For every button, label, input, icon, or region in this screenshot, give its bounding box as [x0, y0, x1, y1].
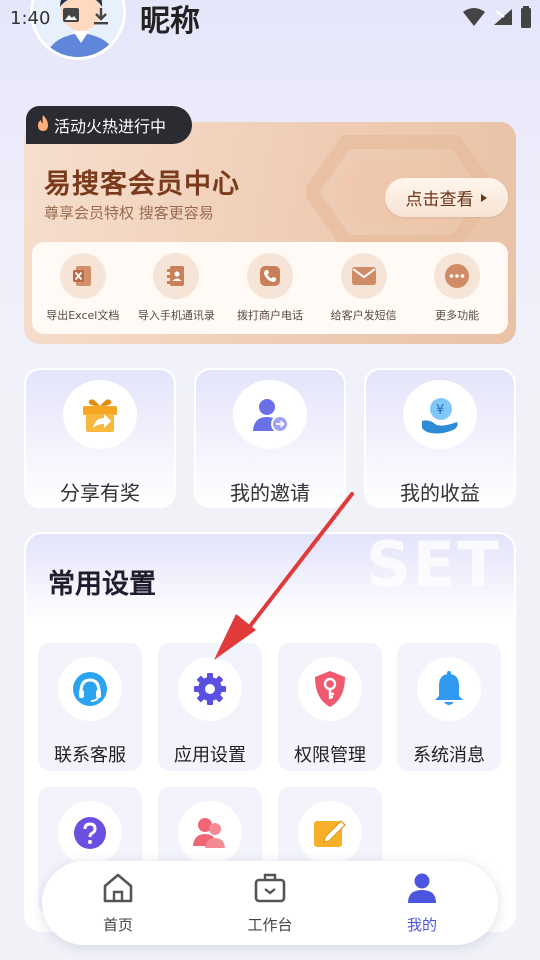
- gear-icon: [178, 657, 242, 721]
- settings-item-customer-service[interactable]: 联系客服: [38, 643, 142, 771]
- person-icon: [405, 872, 439, 908]
- member-func-export-excel[interactable]: 导出Excel文档: [37, 253, 129, 323]
- image-notification-icon: [62, 6, 80, 30]
- settings-item-app-settings[interactable]: 应用设置: [158, 643, 262, 771]
- gift-share-icon: [63, 380, 137, 449]
- download-notification-icon: [92, 6, 110, 30]
- battery-icon: [520, 6, 532, 32]
- play-arrow-icon: [480, 188, 488, 208]
- user-invite-icon: [233, 380, 307, 449]
- member-func-send-sms[interactable]: 给客户发短信: [318, 253, 410, 323]
- member-func-label: 给客户发短信: [330, 309, 397, 322]
- share-reward-card[interactable]: 分享有奖: [24, 368, 176, 508]
- nav-workbench-label: 工作台: [247, 915, 293, 934]
- envelope-icon: [340, 253, 387, 299]
- svg-text:¥: ¥: [436, 403, 444, 418]
- signal-icon: [492, 7, 514, 31]
- yuan-coin-hand-icon: ¥: [403, 380, 477, 449]
- view-member-button-label: 点击查看: [405, 190, 474, 210]
- nav-home-label: 首页: [102, 915, 133, 934]
- users-icon: [178, 801, 242, 865]
- status-notification-icons: [62, 6, 110, 30]
- headset-icon: [58, 657, 122, 721]
- my-invite-label: 我的邀请: [230, 481, 310, 505]
- common-settings-title: 常用设置: [48, 569, 156, 600]
- settings-item-system-messages[interactable]: 系统消息: [397, 643, 501, 771]
- settings-item-label: 系统消息: [413, 745, 485, 766]
- member-func-label: 更多功能: [435, 309, 480, 322]
- nav-workbench[interactable]: 工作台: [215, 872, 325, 935]
- my-earnings-label: 我的收益: [400, 481, 480, 505]
- member-func-label: 导出Excel文档: [46, 309, 120, 322]
- briefcase-icon: [253, 872, 287, 908]
- nav-home[interactable]: 首页: [63, 872, 173, 935]
- my-earnings-card[interactable]: ¥ 我的收益: [364, 368, 516, 508]
- more-dots-icon: [434, 253, 481, 299]
- settings-item-permission[interactable]: 权限管理: [278, 643, 382, 771]
- excel-icon: [59, 253, 106, 299]
- bottom-navigation: 首页 工作台 我的: [42, 861, 498, 945]
- member-func-more[interactable]: 更多功能: [411, 253, 503, 323]
- my-invite-card[interactable]: 我的邀请: [194, 368, 346, 508]
- promo-tag-label: 活动火热进行中: [54, 117, 167, 136]
- nav-mine-label: 我的: [406, 915, 437, 934]
- contacts-book-icon: [153, 253, 200, 299]
- promo-tag: 活动火热进行中: [26, 106, 192, 144]
- member-center-title: 易搜客会员中心: [44, 169, 240, 200]
- question-icon: [58, 801, 122, 865]
- wifi-icon: [462, 7, 486, 31]
- settings-item-label: 联系客服: [54, 745, 126, 766]
- settings-item-label: 权限管理: [294, 745, 366, 766]
- edit-note-icon: [298, 801, 362, 865]
- nickname[interactable]: 昵称: [140, 0, 200, 40]
- settings-item-label: 应用设置: [174, 745, 246, 766]
- home-icon: [101, 872, 135, 908]
- status-right-icons: [462, 6, 532, 32]
- member-center-subtitle: 尊享会员特权 搜客更容易: [44, 204, 214, 222]
- phone-icon: [246, 253, 293, 299]
- view-member-button[interactable]: 点击查看: [385, 178, 508, 217]
- flame-icon: [36, 114, 50, 136]
- member-func-label: 拨打商户电话: [236, 309, 303, 322]
- member-func-import-contacts[interactable]: 导入手机通讯录: [130, 253, 222, 323]
- nav-mine[interactable]: 我的: [367, 872, 477, 935]
- bell-icon: [417, 657, 481, 721]
- settings-watermark: SET: [366, 528, 502, 601]
- share-reward-label: 分享有奖: [60, 481, 140, 505]
- shield-key-icon: [298, 657, 362, 721]
- member-function-bar: 导出Excel文档 导入手机通讯录 拨打商户电话 给客户发短信 更多功能: [32, 242, 508, 334]
- member-func-call-merchant[interactable]: 拨打商户电话: [224, 253, 316, 323]
- member-func-label: 导入手机通讯录: [137, 309, 215, 322]
- status-time: 1:40: [10, 8, 51, 29]
